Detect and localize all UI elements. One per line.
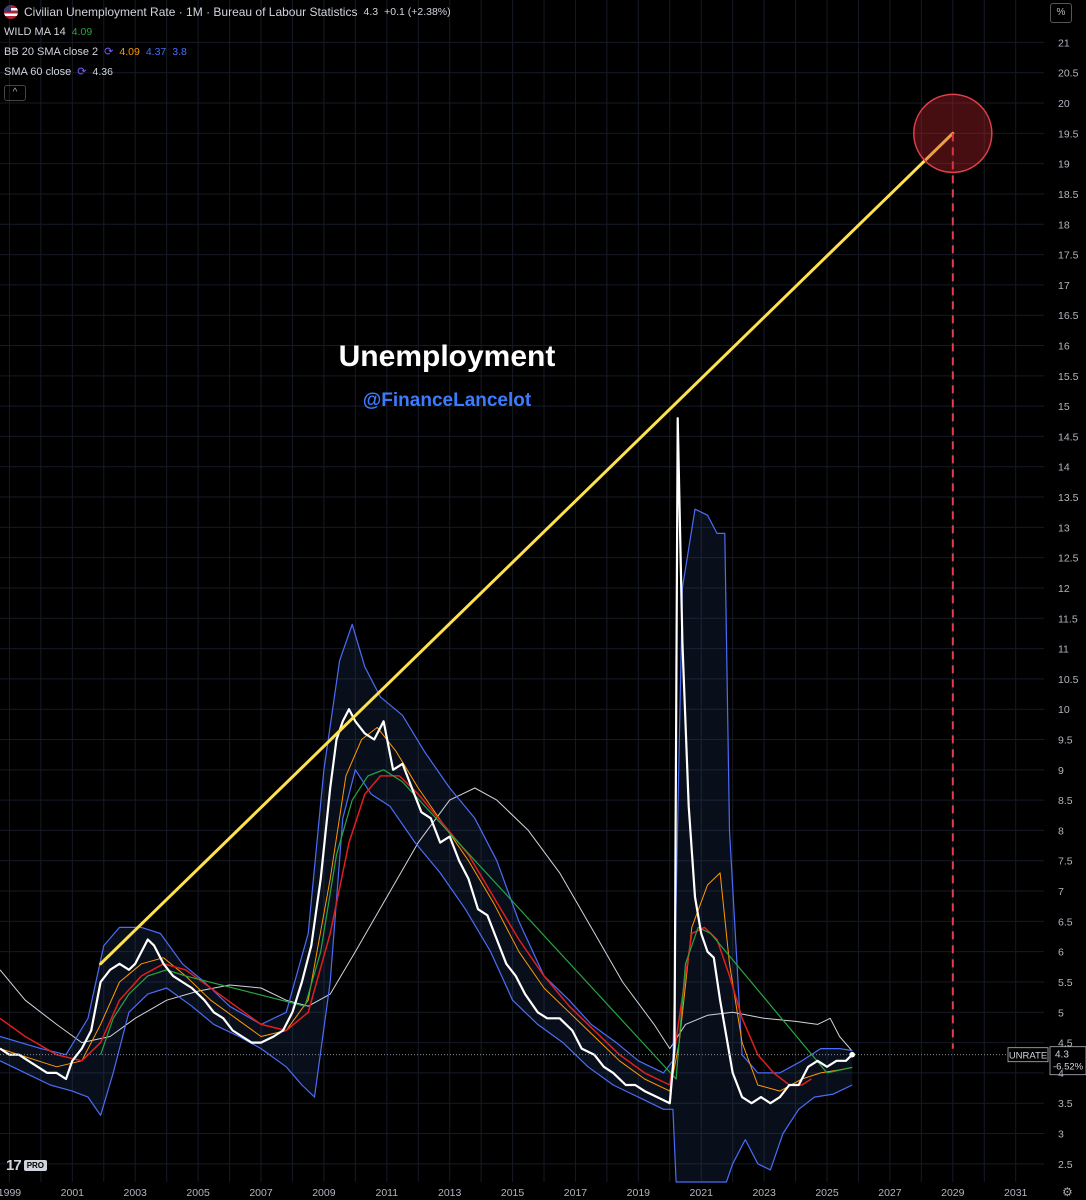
- indicator-value: 4.09: [71, 26, 93, 38]
- x-tick-label: 2029: [941, 1187, 965, 1199]
- x-tick-label: 2017: [564, 1187, 588, 1199]
- y-tick-label: 18.5: [1058, 189, 1079, 201]
- source-icon[interactable]: ⟳: [77, 62, 86, 82]
- indicator-row[interactable]: SMA 60 close ⟳ 4.36: [4, 62, 451, 82]
- x-tick-label: 2021: [690, 1187, 714, 1199]
- y-tick-label: 9: [1058, 765, 1064, 777]
- y-tick-label: 3.5: [1058, 1098, 1073, 1110]
- logo-mark: 17: [6, 1157, 22, 1174]
- x-tick-label: 2003: [124, 1187, 148, 1199]
- y-tick-label: 13.5: [1058, 492, 1079, 504]
- target-circle: [913, 93, 993, 174]
- indicator-value: 4.09: [119, 46, 140, 58]
- last-value-dot: [849, 1051, 855, 1058]
- symbol-title-row[interactable]: Civilian Unemployment Rate · 1M · Bureau…: [4, 2, 451, 22]
- y-tick-label: 21: [1058, 37, 1070, 49]
- y-tick-label: 7.5: [1058, 856, 1073, 868]
- symbol-tag: UNRATE: [1009, 1051, 1047, 1062]
- y-tick-label: 10.5: [1058, 674, 1079, 686]
- y-tick-label: 5: [1058, 1007, 1064, 1019]
- us-flag-icon: [4, 5, 18, 19]
- x-tick-label: 2015: [501, 1187, 525, 1199]
- x-tick-label: 1999: [0, 1187, 21, 1199]
- y-tick-label: 13: [1058, 522, 1070, 534]
- y-tick-label: 6.5: [1058, 916, 1073, 928]
- x-tick-label: 2007: [249, 1187, 273, 1199]
- y-tick-label: 6: [1058, 947, 1064, 959]
- y-tick-label: 16: [1058, 341, 1070, 353]
- x-tick-label: 2023: [752, 1187, 776, 1199]
- x-tick-label: 2011: [375, 1187, 398, 1199]
- y-tick-label: 16.5: [1058, 310, 1079, 322]
- y-axis[interactable]: 2.5 3 3.5 4 4.5 5 5.5 6 6.5 7 7.5 8 8.5 9 9.5 10 10.5 11 1…: [1058, 37, 1079, 1170]
- chart-annotations: UNRATE 4.3-6.52%: [0, 93, 1086, 1076]
- indicator-list: WILD MA 14 4.09 BB 20 SMA close 2 ⟳ 4.09 4.37…: [4, 22, 451, 82]
- change-value: +0.1 (+2.38%): [384, 6, 451, 18]
- y-tick-label: 11.5: [1058, 613, 1078, 625]
- y-tick-label: 4.5: [1058, 1038, 1073, 1050]
- y-tick-label: 3: [1058, 1129, 1064, 1141]
- y-tick-label: 14: [1058, 462, 1070, 474]
- y-tick-label: 8: [1058, 825, 1064, 837]
- y-tick-label: 20.5: [1058, 68, 1079, 80]
- y-tick-label: 7: [1058, 886, 1064, 898]
- x-tick-label: 2013: [438, 1187, 462, 1199]
- y-tick-label: 17: [1058, 280, 1070, 292]
- annotation-title: Unemployment: [338, 340, 556, 373]
- y-tick-label: 10: [1058, 704, 1070, 716]
- indicator-row[interactable]: BB 20 SMA close 2 ⟳ 4.09 4.37 3.8: [4, 42, 451, 62]
- x-tick-label: 2005: [186, 1187, 210, 1199]
- y-tick-label: 4: [1058, 1068, 1064, 1080]
- y-tick-label: 9.5: [1058, 735, 1073, 747]
- x-tick-label: 2001: [61, 1187, 85, 1199]
- indicator-value: 3.8: [172, 46, 187, 58]
- indicator-value: 4.36: [92, 66, 113, 78]
- y-tick-label: 11: [1058, 644, 1069, 656]
- gear-icon[interactable]: ⚙: [1062, 1185, 1073, 1199]
- x-tick-label: 2019: [627, 1187, 651, 1199]
- x-tick-label: 2025: [815, 1187, 839, 1199]
- trendline: [99, 131, 955, 966]
- y-tick-label: 2.5: [1058, 1159, 1073, 1171]
- y-tick-label: 8.5: [1058, 795, 1073, 807]
- x-tick-label: 2009: [312, 1187, 336, 1199]
- bollinger-band-fill: [0, 509, 853, 1182]
- price-tag-value: 4.3: [1055, 1050, 1069, 1061]
- y-tick-label: 5.5: [1058, 977, 1073, 989]
- y-tick-label: 18: [1058, 219, 1070, 231]
- y-tick-label: 12.5: [1058, 553, 1079, 565]
- unit-toggle-button[interactable]: %: [1050, 3, 1072, 23]
- indicator-label: SMA 60 close: [4, 66, 72, 78]
- y-tick-label: 20: [1058, 98, 1070, 110]
- y-tick-label: 15: [1058, 401, 1070, 413]
- x-axis[interactable]: 1999 2001 2003 2005 2007 2009 2011 2013 2015 2017…: [0, 1187, 1028, 1199]
- indicator-value: 4.37: [145, 46, 167, 58]
- tradingview-logo[interactable]: 17 PRO: [6, 1157, 48, 1174]
- collapse-legend-button[interactable]: ^: [4, 85, 26, 101]
- chart-canvas[interactable]: UNRATE 4.3-6.52% 2.533.544.555.566.577.58…: [0, 0, 1086, 1200]
- annotation-handle: @FinanceLancelot: [362, 390, 532, 411]
- last-value: 4.3: [363, 6, 379, 18]
- pro-badge: PRO: [23, 1160, 48, 1171]
- y-tick-label: 15.5: [1058, 371, 1079, 383]
- symbol-title[interactable]: Civilian Unemployment Rate · 1M · Bureau…: [24, 2, 357, 22]
- source-icon[interactable]: ⟳: [104, 42, 113, 62]
- y-tick-label: 19.5: [1058, 128, 1079, 140]
- x-tick-label: 2027: [878, 1187, 902, 1199]
- y-tick-label: 14.5: [1058, 431, 1079, 443]
- y-tick-label: 17.5: [1058, 250, 1079, 262]
- y-tick-label: 12: [1058, 583, 1070, 595]
- indicator-row[interactable]: WILD MA 14 4.09: [4, 22, 451, 42]
- chart-legend: Civilian Unemployment Rate · 1M · Bureau…: [4, 2, 451, 102]
- y-tick-label: 19: [1058, 159, 1070, 171]
- x-tick-label: 2031: [1004, 1187, 1028, 1199]
- indicator-label: WILD MA 14: [4, 26, 66, 38]
- indicator-label: BB 20 SMA close 2: [4, 46, 99, 58]
